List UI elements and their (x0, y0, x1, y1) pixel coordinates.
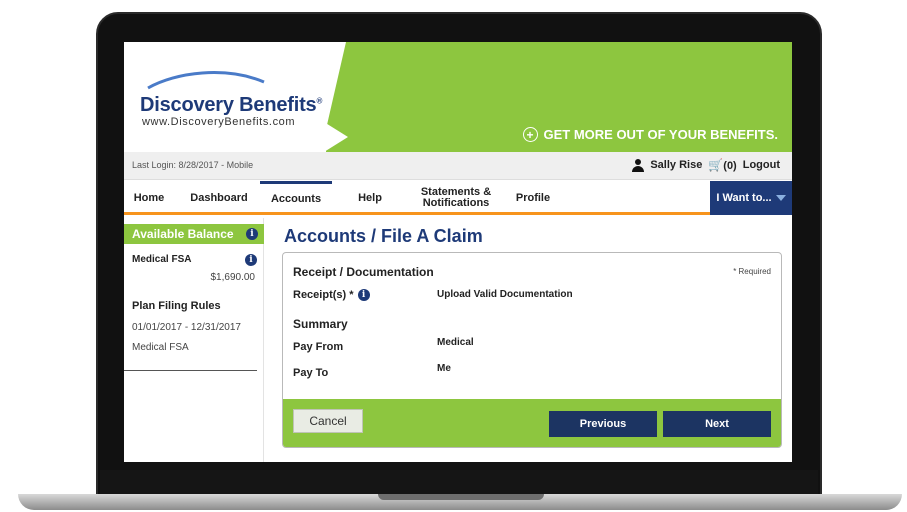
nav-statements[interactable]: Statements & Notifications (420, 181, 492, 215)
i-want-to-label: I Want to... (716, 192, 772, 204)
logo-arrow-shape (324, 122, 348, 152)
account-name[interactable]: Medical FSA (132, 254, 191, 265)
previous-button[interactable]: Previous (549, 411, 657, 437)
claim-panel: Receipt / Documentation * Required Recei… (282, 252, 782, 448)
receipt-label-text: Receipt(s) * (293, 289, 354, 301)
nav-help[interactable]: Help (350, 181, 390, 215)
plan-dates: 01/01/2017 - 12/31/2017 (132, 322, 241, 333)
site-header: Discovery Benefits® www.DiscoveryBenefit… (124, 42, 792, 152)
brand-url: www.DiscoveryBenefits.com (142, 116, 296, 128)
plus-circle-icon: + (522, 127, 538, 142)
tagline-text: GET MORE OUT OF YOUR BENEFITS. (543, 127, 779, 142)
nav-home[interactable]: Home (128, 181, 170, 215)
available-balance-header: Available Balance i (124, 224, 264, 244)
pay-from-label: Pay From (293, 341, 344, 353)
sidebar-divider (124, 370, 257, 371)
tagline-link[interactable]: + GET MORE OUT OF YOUR BENEFITS. (522, 127, 779, 142)
available-balance-label: Available Balance (132, 227, 234, 241)
i-want-to-dropdown[interactable]: I Want to... (710, 181, 792, 215)
status-bar: Last Login: 8/28/2017 - Mobile Sally Ris… (124, 152, 792, 180)
required-note: * Required (733, 267, 771, 276)
pay-to-value: Me (437, 363, 451, 374)
summary-heading: Summary (293, 317, 348, 331)
next-button[interactable]: Next (663, 411, 771, 437)
upload-documentation-link[interactable]: Upload Valid Documentation (437, 289, 573, 300)
user-area: Sally Rise 🛒(0) Logout (632, 158, 780, 172)
receipt-section-heading: Receipt / Documentation (293, 265, 434, 279)
account-info-icon[interactable]: i (245, 254, 257, 266)
plan-name: Medical FSA (132, 342, 189, 353)
claim-form: Receipt / Documentation * Required Recei… (283, 253, 781, 399)
logo-swoosh-icon (147, 71, 265, 90)
page-title: Accounts / File A Claim (284, 226, 483, 246)
receipt-label: Receipt(s) * i (293, 289, 370, 301)
cart-icon: 🛒 (708, 158, 724, 172)
pay-from-value: Medical (437, 337, 474, 348)
logout-link[interactable]: Logout (743, 159, 780, 171)
nav-dashboard[interactable]: Dashboard (186, 181, 252, 215)
cart-button[interactable]: 🛒(0) (708, 158, 736, 172)
pay-to-label: Pay To (293, 367, 329, 379)
cart-count: (0) (723, 160, 737, 172)
user-icon (632, 158, 645, 172)
logo-area[interactable]: Discovery Benefits® www.DiscoveryBenefit… (124, 42, 326, 152)
last-login-text: Last Login: 8/28/2017 - Mobile (132, 160, 254, 170)
receipt-info-icon[interactable]: i (357, 289, 370, 301)
laptop-bezel-bottom (100, 470, 818, 496)
plan-filing-rules-heading: Plan Filing Rules (132, 300, 221, 312)
account-amount: $1,690.00 (210, 272, 256, 283)
main-nav: Home Dashboard Accounts Help Statements … (124, 181, 792, 215)
nav-profile[interactable]: Profile (510, 181, 556, 215)
nav-accounts[interactable]: Accounts (260, 181, 332, 215)
cancel-button[interactable]: Cancel (293, 409, 363, 433)
laptop-notch (378, 494, 544, 500)
chevron-down-icon (775, 195, 786, 201)
sidebar: Available Balance i Medical FSA i $1,690… (124, 218, 264, 462)
info-icon[interactable]: i (246, 228, 258, 240)
brand-name: Discovery Benefits® (140, 94, 323, 116)
panel-footer: Cancel Previous Next (283, 399, 781, 447)
browser-screen: Discovery Benefits® www.DiscoveryBenefit… (124, 42, 792, 462)
user-name[interactable]: Sally Rise (650, 159, 702, 171)
